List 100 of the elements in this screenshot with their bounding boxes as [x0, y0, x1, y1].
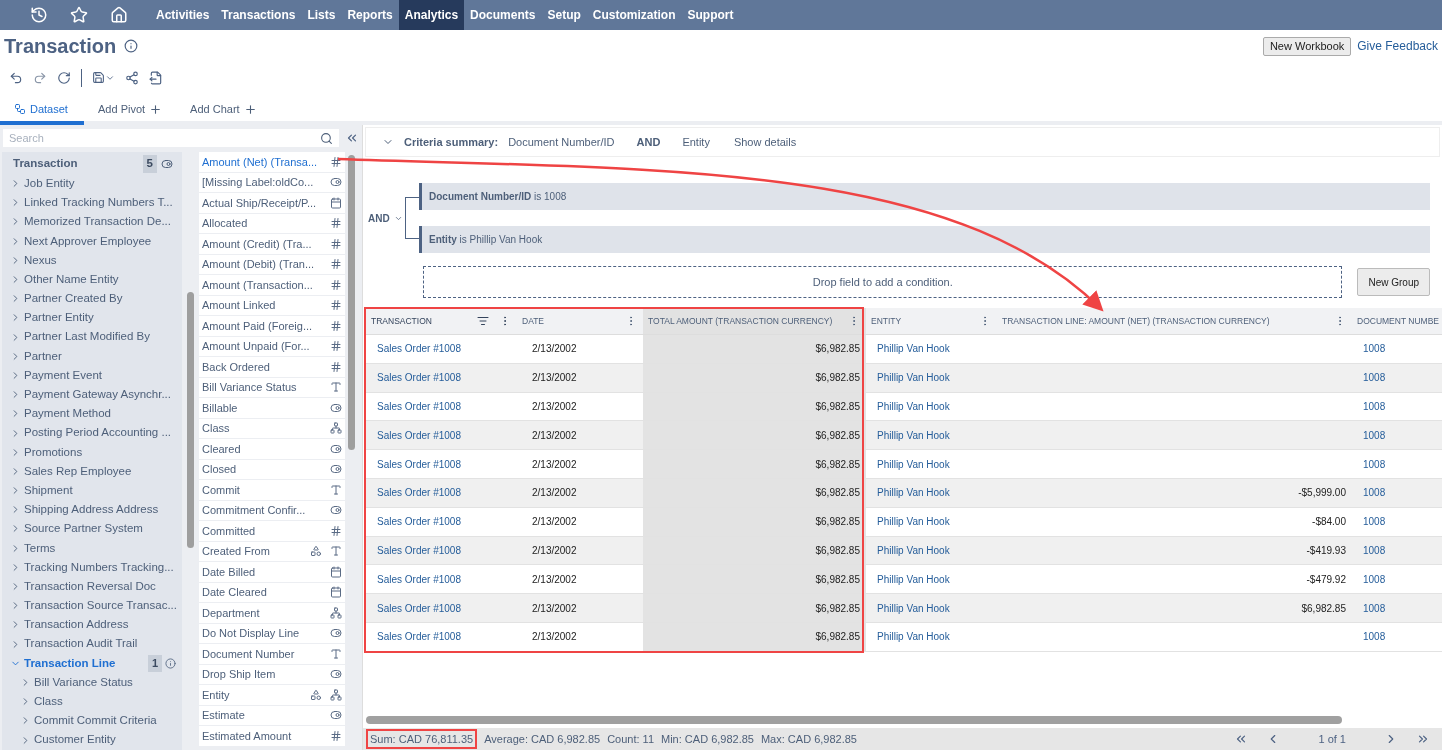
sort-icon[interactable]: [477, 315, 489, 327]
table-cell[interactable]: 1008: [1352, 542, 1442, 558]
tree-item[interactable]: Job Entity: [2, 174, 182, 194]
scrollbar-thumb[interactable]: [348, 155, 355, 450]
tree-item[interactable]: Payment Method: [2, 404, 182, 424]
operator-label[interactable]: AND: [368, 210, 390, 226]
field-item[interactable]: Amount (Transaction...: [199, 275, 345, 295]
tree-item[interactable]: Tracking Numbers Tracking...: [2, 557, 182, 577]
tree-item[interactable]: Next Approver Employee: [2, 231, 182, 251]
condition[interactable]: Document Number/ID is 1008: [419, 183, 1430, 210]
tree-item[interactable]: Commit Commit Criteria: [2, 711, 182, 731]
field-item[interactable]: Amount (Credit) (Tra...: [199, 234, 345, 254]
tree-item[interactable]: Sales Rep Employee: [2, 461, 182, 481]
tree-item[interactable]: Shipment: [2, 481, 182, 501]
field-item[interactable]: Amount Linked: [199, 295, 345, 315]
redo-icon[interactable]: [33, 70, 47, 85]
tree-item[interactable]: Transaction Reversal Doc: [2, 576, 182, 597]
nav-item[interactable]: Support: [681, 0, 740, 30]
star-icon[interactable]: [70, 6, 88, 24]
field-item[interactable]: Created From: [199, 541, 345, 561]
tree-item[interactable]: Terms: [2, 538, 182, 558]
column-header[interactable]: TRANSACTION: [366, 308, 517, 334]
field-item[interactable]: Committed: [199, 521, 345, 541]
tree-item[interactable]: Partner: [2, 346, 182, 366]
new-group-button[interactable]: New Group: [1357, 268, 1430, 296]
tree-item[interactable]: Partner Created By: [2, 289, 182, 309]
tree-item[interactable]: Posting Period Accounting ...: [2, 423, 182, 443]
tree-item[interactable]: Source Partner System: [2, 519, 182, 539]
column-header[interactable]: TOTAL AMOUNT (TRANSACTION CURRENCY): [643, 308, 866, 334]
table-cell[interactable]: 1008: [1352, 427, 1442, 443]
nav-item[interactable]: Reports: [341, 0, 399, 30]
tree-item[interactable]: Shipping Address Address: [2, 500, 182, 520]
condition[interactable]: Entity is Phillip Van Hook: [419, 226, 1430, 253]
tab[interactable]: Add Pivot: [84, 97, 177, 125]
nav-item[interactable]: Setup: [541, 0, 587, 30]
field-item[interactable]: Cleared: [199, 439, 345, 459]
scrollbar-thumb[interactable]: [187, 292, 194, 548]
tree-item[interactable]: Linked Tracking Numbers T...: [2, 193, 182, 213]
table-cell[interactable]: 1008: [1352, 600, 1442, 616]
field-item[interactable]: Allocated: [199, 213, 345, 233]
field-item[interactable]: Billable: [199, 398, 345, 418]
field-item[interactable]: Drop Ship Item: [199, 664, 345, 684]
field-item[interactable]: Amount Unpaid (For...: [199, 336, 345, 356]
table-cell[interactable]: Sales Order #1008: [366, 485, 517, 501]
table-cell[interactable]: 1008: [1352, 514, 1442, 530]
column-header[interactable]: DATE: [517, 308, 643, 334]
table-cell[interactable]: 1008: [1352, 629, 1442, 645]
column-header[interactable]: DOCUMENT NUMBE: [1352, 308, 1442, 334]
tab[interactable]: Add Chart: [176, 97, 271, 125]
tree-item[interactable]: Payment Event: [2, 365, 182, 386]
save-icon[interactable]: [92, 71, 105, 84]
table-cell[interactable]: Sales Order #1008: [366, 341, 517, 357]
nav-item[interactable]: Customization: [586, 0, 682, 30]
history-icon[interactable]: [30, 6, 48, 24]
tree-item[interactable]: Memorized Transaction De...: [2, 212, 182, 232]
nav-item[interactable]: Documents: [464, 0, 542, 30]
table-cell[interactable]: Sales Order #1008: [366, 629, 517, 645]
field-item[interactable]: Amount (Debit) (Tran...: [199, 254, 345, 274]
table-cell[interactable]: 1008: [1352, 341, 1442, 357]
field-item[interactable]: Entity: [199, 685, 345, 705]
home-icon[interactable]: [110, 6, 128, 24]
share-icon[interactable]: [125, 70, 139, 85]
table-cell[interactable]: 1008: [1352, 399, 1442, 414]
table-cell[interactable]: 1008: [1352, 485, 1442, 501]
field-item[interactable]: Department: [199, 603, 345, 623]
undo-icon[interactable]: [9, 70, 23, 85]
show-details-link[interactable]: Show details: [733, 133, 797, 151]
table-cell[interactable]: Sales Order #1008: [366, 427, 517, 443]
field-item[interactable]: Class: [199, 418, 345, 438]
collapse-icon[interactable]: [345, 131, 359, 145]
field-item[interactable]: Date Cleared: [199, 582, 345, 602]
column-header[interactable]: ENTITY: [866, 308, 997, 334]
table-cell[interactable]: Sales Order #1008: [366, 571, 517, 587]
table-cell[interactable]: Sales Order #1008: [366, 514, 517, 530]
tree-item[interactable]: Other Name Entity: [2, 269, 182, 290]
table-cell[interactable]: Sales Order #1008: [366, 370, 517, 386]
table-cell[interactable]: 1008: [1352, 456, 1442, 472]
nav-item[interactable]: Analytics: [398, 0, 465, 30]
field-item[interactable]: Actual Ship/Receipt/P...: [199, 193, 345, 213]
feedback-link[interactable]: Give Feedback: [1357, 37, 1438, 55]
tree-item[interactable]: Nexus: [2, 250, 182, 270]
search-icon[interactable]: [320, 131, 333, 145]
column-header[interactable]: TRANSACTION LINE: AMOUNT (NET) (TRANSACTION CURRENCY): [997, 308, 1352, 334]
refresh-icon[interactable]: [57, 70, 71, 85]
field-item[interactable]: Amount Paid (Foreig...: [199, 316, 345, 336]
table-cell[interactable]: Sales Order #1008: [366, 600, 517, 616]
tree-item[interactable]: Promotions: [2, 442, 182, 462]
field-item[interactable]: Commit: [199, 480, 345, 500]
tree-item[interactable]: Partner Last Modified By: [2, 327, 182, 347]
tree-item[interactable]: Bill Variance Status: [2, 672, 182, 693]
field-item[interactable]: Date Billed: [199, 562, 345, 582]
tree-item[interactable]: Transaction Source Transac...: [2, 596, 182, 616]
tree-item[interactable]: Class: [2, 692, 182, 712]
drop-zone[interactable]: Drop field to add a condition.: [423, 266, 1343, 298]
field-item[interactable]: Bill Variance Status: [199, 377, 345, 397]
last-page-icon[interactable]: [1416, 732, 1430, 746]
export-icon[interactable]: [149, 70, 163, 85]
tree-root[interactable]: Transaction 5: [2, 154, 182, 174]
tree-item[interactable]: Transaction Address: [2, 615, 182, 635]
field-item[interactable]: Document Number: [199, 644, 345, 664]
